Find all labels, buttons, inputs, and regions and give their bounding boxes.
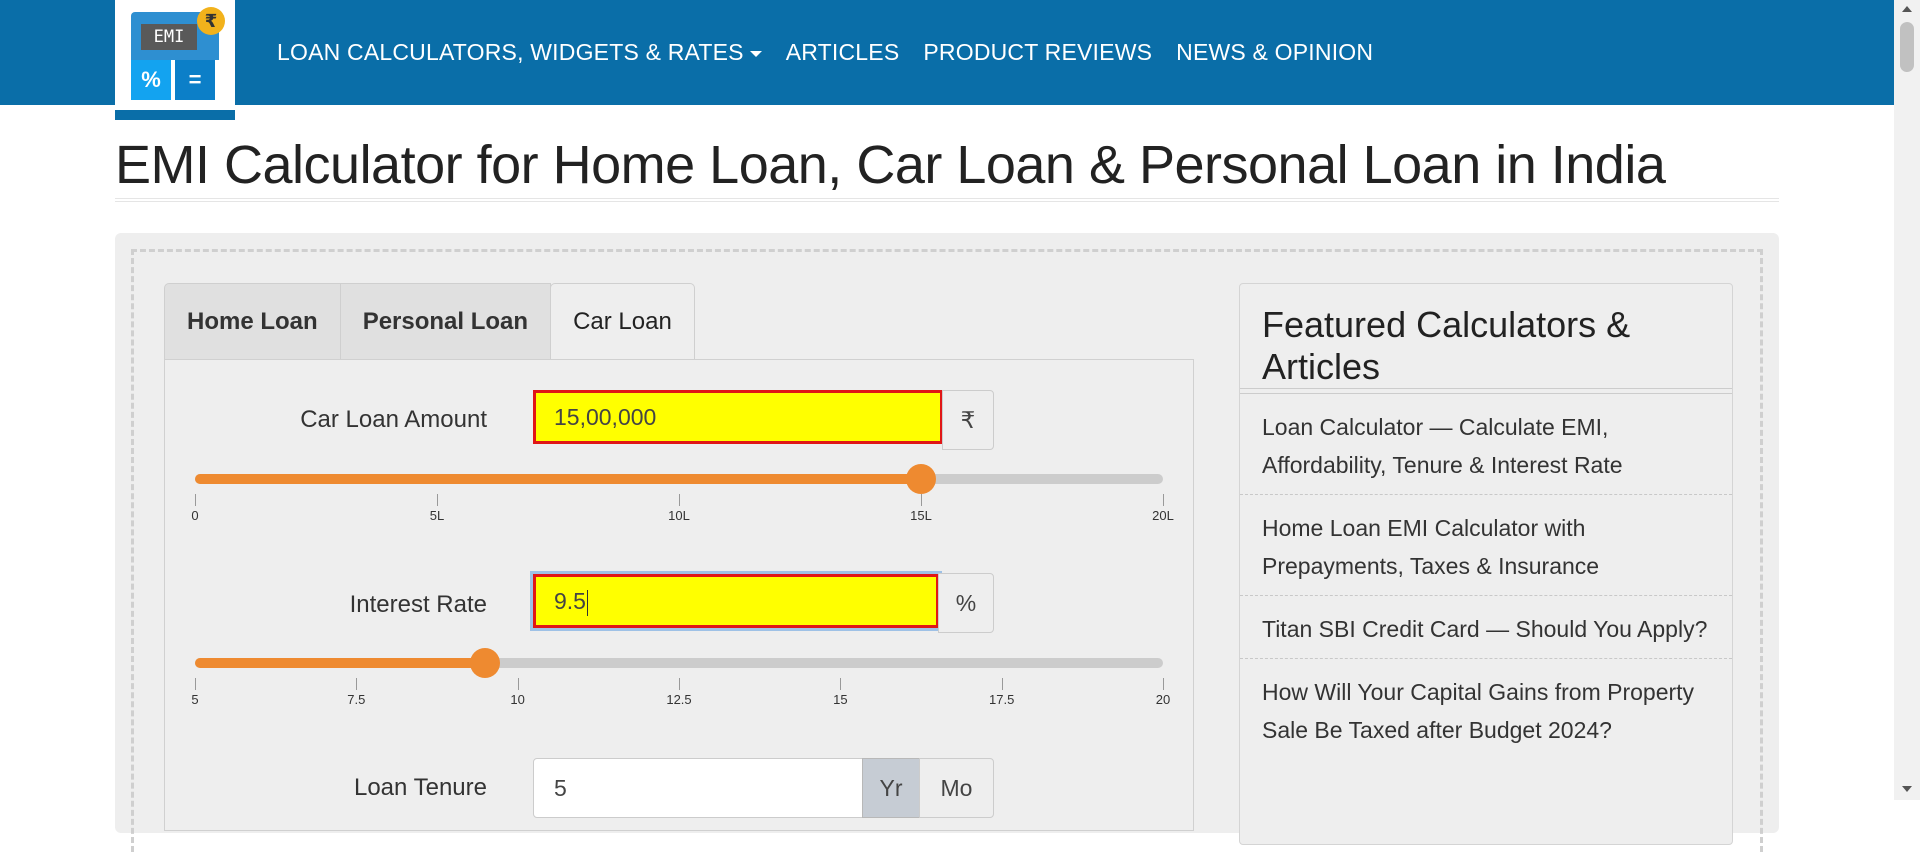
tenure-month-button[interactable]: Mo — [919, 758, 994, 818]
interest-rate-tick-label: 12.5 — [666, 692, 692, 707]
interest-rate-tick-label: 7.5 — [347, 692, 366, 707]
tenure-year-button[interactable]: Yr — [862, 758, 920, 818]
site-logo[interactable]: EMI ₹ % = — [115, 0, 235, 120]
loan-type-tabs: Home Loan Personal Loan Car Loan — [164, 283, 695, 362]
interest-rate-input[interactable]: 9.5 — [533, 574, 939, 628]
chevron-down-icon — [749, 50, 762, 57]
rupee-coin-icon: ₹ — [197, 7, 225, 35]
interest-rate-value: 9.5 — [554, 588, 586, 614]
title-divider — [115, 198, 1779, 202]
text-cursor — [586, 589, 588, 616]
interest-rate-tick-label: 10 — [510, 692, 525, 707]
scroll-down-icon[interactable] — [1902, 786, 1912, 792]
loan-amount-tick-label: 20L — [1152, 508, 1174, 523]
rupee-unit-addon: ₹ — [942, 390, 994, 450]
loan-tenure-label: Loan Tenure — [353, 774, 487, 801]
loan-amount-slider[interactable] — [195, 464, 1163, 494]
nav-loan-calculators[interactable]: LOAN CALCULATORS, WIDGETS & RATES — [277, 39, 762, 66]
interest-rate-tick — [679, 678, 680, 690]
nav-news-opinion[interactable]: NEWS & OPINION — [1176, 39, 1373, 66]
main-nav: LOAN CALCULATORS, WIDGETS & RATES ARTICL… — [277, 0, 1397, 105]
nav-articles[interactable]: ARTICLES — [786, 39, 900, 66]
sidebar-heading: Featured Calculators & Articles — [1262, 304, 1631, 387]
tab-home-loan[interactable]: Home Loan — [164, 283, 341, 360]
interest-rate-tick — [840, 678, 842, 690]
loan-amount-slider-handle[interactable] — [906, 464, 936, 494]
loan-amount-tick — [1163, 494, 1164, 506]
tab-car-loan[interactable]: Car Loan — [550, 283, 695, 362]
page-scrollbar[interactable] — [1894, 0, 1920, 800]
loan-tenure-input[interactable]: 5 — [533, 758, 863, 818]
interest-rate-tick — [517, 678, 519, 690]
percent-key-icon: % — [131, 60, 171, 100]
featured-link-loan-calculator[interactable]: Loan Calculator — Calculate EMI, Afforda… — [1240, 394, 1732, 495]
equals-key-icon: = — [175, 60, 215, 100]
featured-link-home-loan-emi[interactable]: Home Loan EMI Calculator with Prepayment… — [1240, 495, 1732, 596]
featured-link-capital-gains[interactable]: How Will Your Capital Gains from Propert… — [1240, 659, 1732, 759]
logo-screen: EMI — [141, 24, 197, 50]
page-title: EMI Calculator for Home Loan, Car Loan &… — [115, 135, 1666, 195]
nav-loan-calculators-label: LOAN CALCULATORS, WIDGETS & RATES — [277, 39, 744, 65]
loan-amount-tick — [679, 494, 680, 506]
interest-rate-slider[interactable] — [195, 648, 1163, 678]
featured-link-titan-sbi[interactable]: Titan SBI Credit Card — Should You Apply… — [1240, 596, 1732, 659]
scrollbar-thumb[interactable] — [1900, 22, 1914, 72]
interest-rate-tick — [356, 678, 358, 690]
interest-rate-tick — [1163, 678, 1164, 690]
loan-amount-tick-label: 10L — [668, 508, 690, 523]
loan-amount-tick — [437, 494, 438, 506]
interest-rate-tick — [195, 678, 196, 690]
scroll-up-icon[interactable] — [1902, 6, 1912, 12]
loan-amount-tick — [195, 494, 196, 506]
featured-sidebar: Featured Calculators & Articles Loan Cal… — [1239, 283, 1733, 845]
nav-product-reviews[interactable]: PRODUCT REVIEWS — [923, 39, 1152, 66]
tab-personal-loan[interactable]: Personal Loan — [339, 283, 552, 360]
loan-amount-slider-fill — [195, 474, 921, 484]
interest-rate-slider-fill — [195, 658, 486, 668]
interest-rate-tick-label: 17.5 — [989, 692, 1015, 707]
percent-unit-addon: % — [938, 573, 994, 633]
featured-list: Loan Calculator — Calculate EMI, Afforda… — [1240, 394, 1732, 759]
top-navbar: LOAN CALCULATORS, WIDGETS & RATES ARTICL… — [0, 0, 1894, 105]
interest-rate-tick-label: 20 — [1155, 692, 1171, 707]
interest-rate-label: Interest Rate — [349, 591, 487, 618]
loan-amount-input[interactable]: 15,00,000 — [533, 390, 943, 444]
loan-amount-tick-label: 0 — [191, 508, 199, 523]
loan-amount-tick-label: 5L — [429, 508, 445, 523]
loan-amount-label: Car Loan Amount — [300, 406, 487, 433]
interest-rate-tick-label: 5 — [191, 692, 199, 707]
interest-rate-tick — [1001, 678, 1003, 690]
loan-amount-tick — [921, 494, 922, 506]
interest-rate-tick-label: 15 — [833, 692, 848, 707]
loan-amount-tick-label: 15L — [910, 508, 932, 523]
